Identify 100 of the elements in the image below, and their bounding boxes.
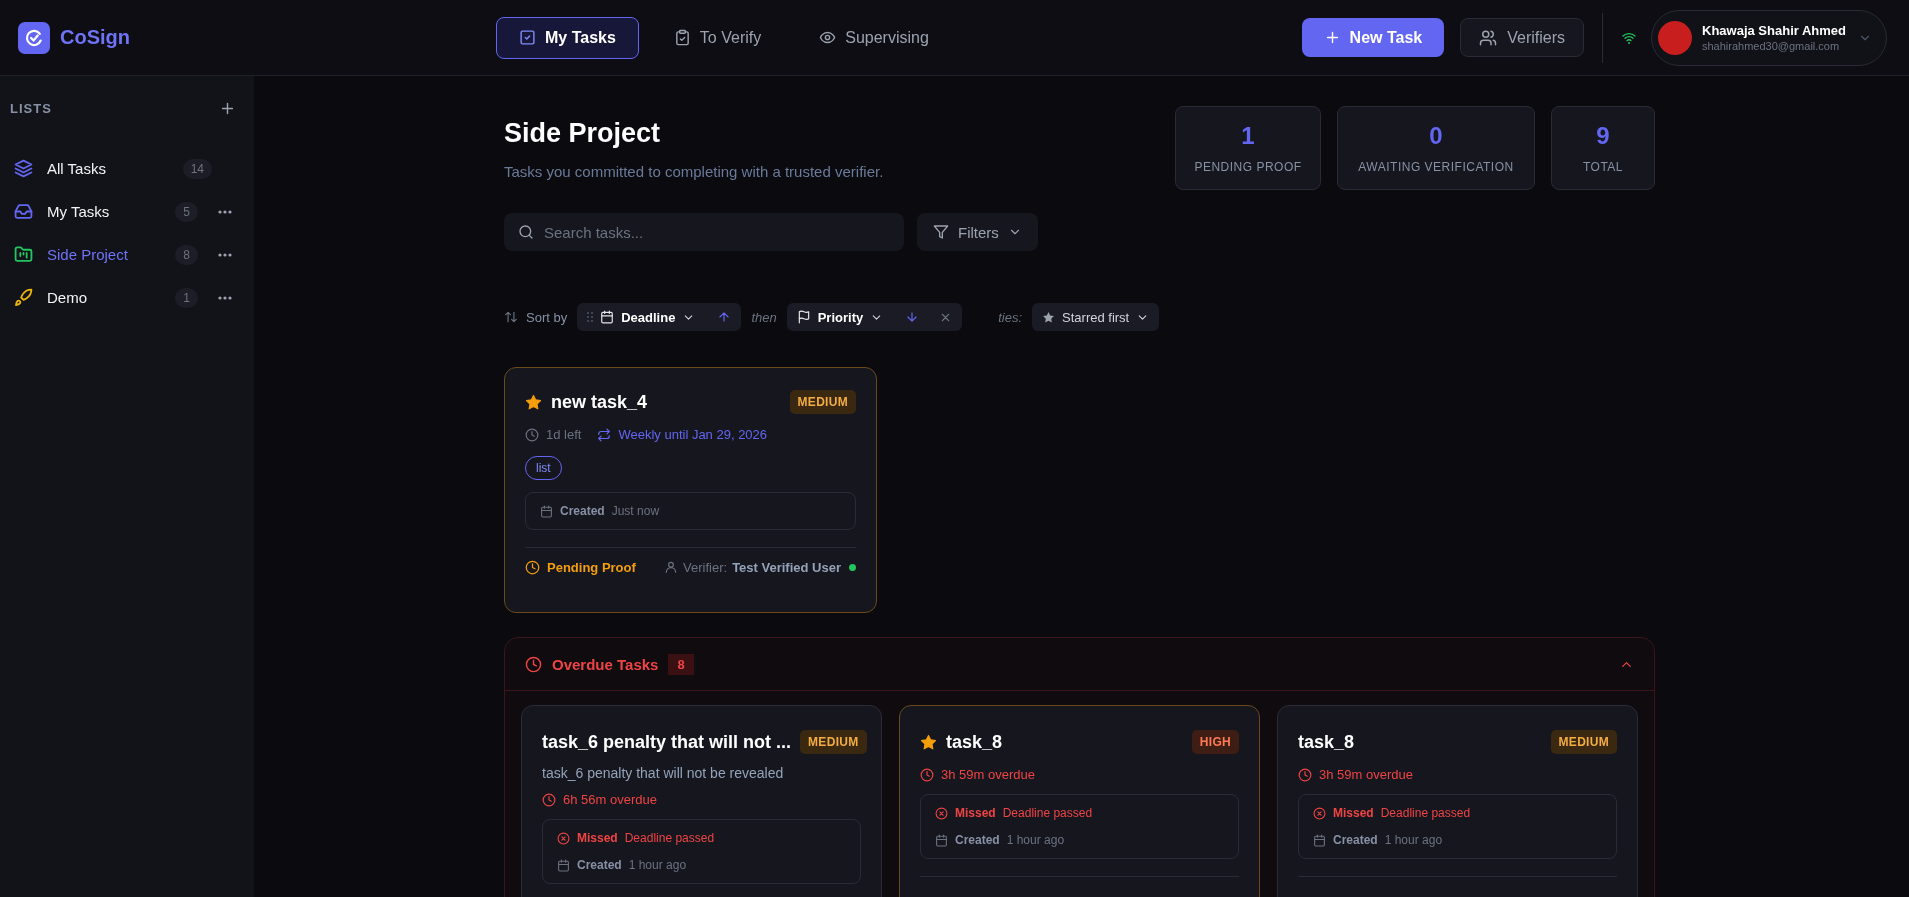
user-email: shahirahmed30@gmail.com [1702,40,1841,52]
task-title: new task_4 [551,391,649,413]
calendar-icon [600,310,615,324]
stat-label: AWAITING VERIFICATION [1358,160,1514,174]
priority-badge: MEDIUM [1550,730,1617,754]
star-icon[interactable] [525,393,542,411]
missed-reason: Deadline passed [624,831,715,845]
task-card[interactable]: new task_4 MEDIUM 1d left Weekly until Jan 29, 2026 list Created Just now Pending Proof Verifier: Test Verified User [504,367,877,613]
logo-icon [18,21,50,54]
count-badge: 8 [668,653,694,675]
verifiers-button[interactable]: Verifiers [1460,18,1584,57]
calendar-icon [557,858,570,872]
missed-reason: Deadline passed [1002,806,1093,820]
repeat-icon [597,427,612,442]
user-icon [664,560,679,574]
more-icon[interactable] [218,209,232,214]
count-badge: 14 [182,158,212,179]
missed-label: Missed [955,806,996,820]
stat-value: 1 [1241,122,1255,150]
nav-tab[interactable]: Supervising [796,16,952,59]
clock-icon [525,559,540,575]
new-task-button[interactable]: New Task [1301,18,1445,57]
star-icon[interactable] [920,733,937,751]
task-card[interactable]: task_8 HIGH 3h 59m overdue Missed Deadline passed Created 1 hour ago [899,705,1260,897]
created-label: Created [955,833,1000,847]
x-circle-icon [1313,806,1326,820]
overdue-text: 6h 56m overdue [563,792,657,807]
check-square-icon [519,29,536,46]
missed-label: Missed [577,831,618,845]
clock-icon [525,655,542,673]
stat-label: TOTAL [1582,160,1624,174]
recurrence-text: Weekly until Jan 29, 2026 [618,427,768,442]
search-field[interactable]: Search tasks... [504,213,904,251]
sort-key-chip[interactable]: Priority [786,303,963,331]
sidebar-item[interactable]: Side Project 8 [10,233,244,276]
created-time: 1 hour ago [628,858,687,872]
task-card[interactable]: task_6 penalty that will not ... MEDIUM task_6 penalty that will not be revealed 6h 56m overdue Missed Deadline passed Created 1 hour ago [521,705,882,897]
user-menu[interactable]: Khawaja Shahir Ahmed shahirahmed30@gmail.com [1651,9,1887,66]
sidebar-item[interactable]: Demo 1 [10,276,244,319]
stat-value: 9 [1596,122,1610,150]
missed-label: Missed [1333,806,1374,820]
nav-tab[interactable]: My Tasks [496,16,639,59]
status-text: Pending Proof [547,559,636,575]
then-label: then [751,309,777,325]
missed-reason: Deadline passed [1380,806,1471,820]
sidebar-item[interactable]: All Tasks 14 [10,147,244,190]
calendar-icon [935,833,948,847]
sidebar-item[interactable]: My Tasks 5 [10,190,244,233]
plus-icon [219,100,236,117]
x-circle-icon [557,831,570,845]
filter-icon [933,224,949,240]
clock-icon [920,767,934,782]
ties-label: ties: [998,309,1023,325]
created-label: Created [1333,833,1378,847]
priority-badge: MEDIUM [789,390,856,414]
calendar-icon [1313,833,1326,847]
more-icon[interactable] [218,295,232,300]
page-subtitle: Tasks you committed to completing with a trusted verifier. [504,163,884,180]
x-circle-icon [935,806,948,820]
clock-icon [542,792,556,807]
filters-button[interactable]: Filters [917,213,1038,251]
star-icon [1042,310,1056,324]
task-card[interactable]: task_8 MEDIUM 3h 59m overdue Missed Deadline passed Created 1 hour ago [1277,705,1638,897]
sort-key-chip[interactable]: Deadline [577,303,742,331]
avatar [1658,20,1692,55]
flag-icon [796,310,811,324]
sort-icon [504,310,518,324]
priority-badge: MEDIUM [800,730,867,754]
users-icon [1479,28,1498,47]
count-badge: 8 [175,244,198,265]
stat-value: 0 [1429,122,1443,150]
clock-icon [525,427,539,442]
sort-label: Sort by [526,309,568,325]
eye-icon [819,29,837,46]
more-icon[interactable] [218,252,232,257]
time-left: 1d left [546,427,582,442]
clock-icon [1298,767,1312,782]
created-time: 1 hour ago [1006,833,1065,847]
created-time: Just now [611,504,660,518]
overdue-text: 3h 59m overdue [941,767,1035,782]
section-title: Overdue Tasks [552,655,659,673]
task-title: task_8 [946,731,1004,753]
created-label: Created [560,504,605,518]
task-description: task_6 penalty that will not be revealed [542,765,785,781]
grip-icon [587,312,594,322]
count-badge: 5 [175,201,198,222]
user-name: Khawaja Shahir Ahmed [1702,23,1847,38]
stat-label: PENDING PROOF [1194,160,1302,174]
clipboard-check-icon [673,29,691,46]
task-title: task_8 [1298,731,1356,753]
verifier-label: Verifier: [683,559,728,575]
created-time: 1 hour ago [1384,833,1443,847]
add-list-button[interactable] [219,100,236,117]
count-badge: 1 [175,287,198,308]
task-title: task_6 penalty that will not ... [542,731,792,753]
overdue-text: 3h 59m overdue [1319,767,1413,782]
verifier-name: Test Verified User [732,559,841,575]
priority-badge: HIGH [1191,730,1239,754]
nav-tab[interactable]: To Verify [650,16,785,59]
ties-chip[interactable]: Starred first [1032,303,1160,331]
